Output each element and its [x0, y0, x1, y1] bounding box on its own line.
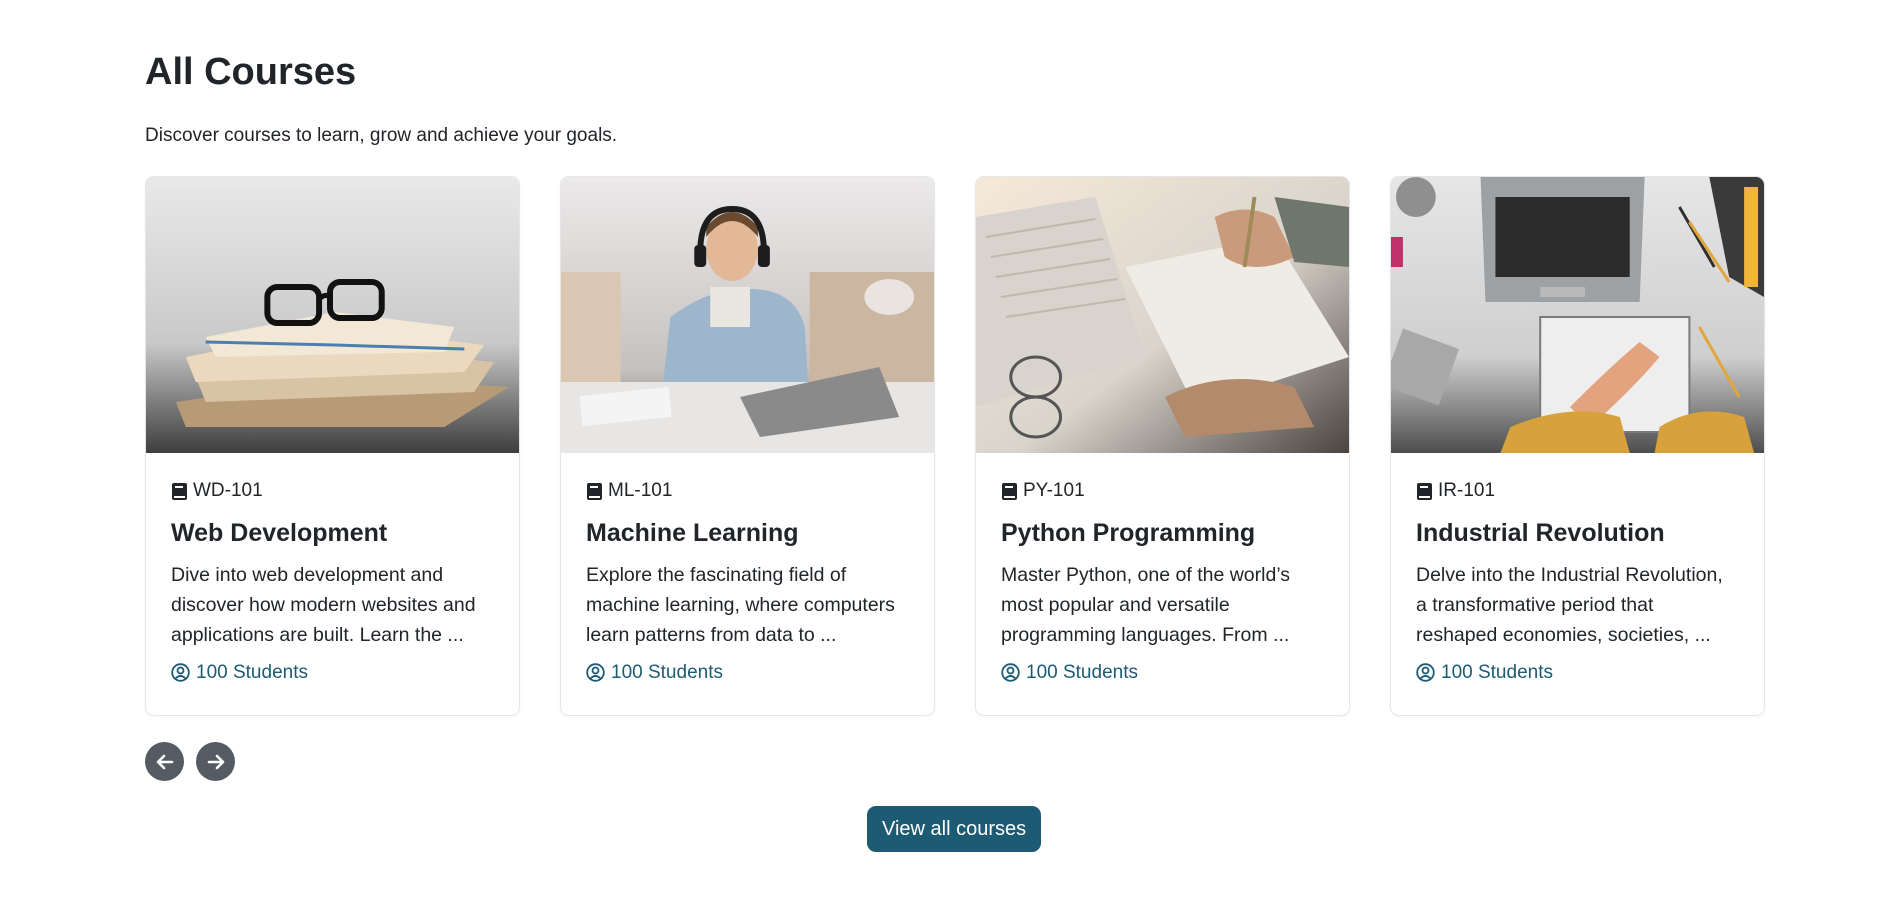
user-circle-icon	[1416, 663, 1435, 682]
page-subtitle: Discover courses to learn, grow and achi…	[145, 125, 618, 146]
student-count-label: 100 Students	[196, 661, 308, 683]
course-code: IR-101	[1416, 479, 1739, 503]
student-count-label: 100 Students	[1441, 661, 1553, 683]
user-circle-icon	[586, 663, 605, 682]
course-code: ML-101	[586, 479, 909, 503]
book-icon	[586, 482, 603, 501]
course-image-writing-hands	[976, 177, 1349, 453]
carousel-navigation	[145, 742, 235, 781]
book-icon	[171, 482, 188, 501]
course-description: Master Python, one of the world’s most p…	[1001, 563, 1291, 646]
course-code: WD-101	[171, 479, 494, 503]
course-card[interactable]: IR-101 Industrial Revolution Delve into …	[1390, 176, 1765, 716]
view-all-courses-button[interactable]: View all courses	[867, 806, 1042, 852]
carousel-next-button[interactable]	[196, 742, 235, 781]
user-circle-icon	[1001, 663, 1020, 682]
arrow-right-icon	[207, 754, 224, 769]
page-title: All Courses	[145, 51, 357, 93]
course-code-label: WD-101	[193, 480, 263, 501]
course-image-man-laptop	[561, 177, 934, 453]
student-count: 100 Students	[171, 662, 494, 684]
course-image-books	[146, 177, 519, 453]
arrow-left-icon	[156, 754, 173, 769]
course-description: Explore the fascinating field of machine…	[586, 563, 895, 646]
course-carousel: WD-101 Web Development Dive into web dev…	[145, 176, 1765, 716]
course-code-label: PY-101	[1023, 480, 1085, 501]
course-code: PY-101	[1001, 479, 1324, 503]
student-count-label: 100 Students	[611, 661, 723, 683]
course-image-desk	[1391, 177, 1764, 453]
student-count-label: 100 Students	[1026, 661, 1138, 683]
course-card[interactable]: WD-101 Web Development Dive into web dev…	[145, 176, 520, 716]
student-count: 100 Students	[1416, 662, 1739, 684]
user-circle-icon	[171, 663, 190, 682]
student-count: 100 Students	[1001, 662, 1324, 684]
course-description: Delve into the Industrial Revolution, a …	[1416, 563, 1723, 646]
course-title[interactable]: Python Programming	[1001, 517, 1324, 550]
course-title[interactable]: Industrial Revolution	[1416, 517, 1739, 550]
carousel-prev-button[interactable]	[145, 742, 184, 781]
course-code-label: IR-101	[1438, 480, 1496, 501]
student-count: 100 Students	[586, 662, 909, 684]
course-code-label: ML-101	[608, 480, 673, 501]
book-icon	[1416, 482, 1433, 501]
course-title[interactable]: Web Development	[171, 517, 494, 550]
course-title[interactable]: Machine Learning	[586, 517, 909, 550]
course-description: Dive into web development and discover h…	[171, 563, 476, 646]
book-icon	[1001, 482, 1018, 501]
course-card[interactable]: PY-101 Python Programming Master Python,…	[975, 176, 1350, 716]
course-card[interactable]: ML-101 Machine Learning Explore the fasc…	[560, 176, 935, 716]
